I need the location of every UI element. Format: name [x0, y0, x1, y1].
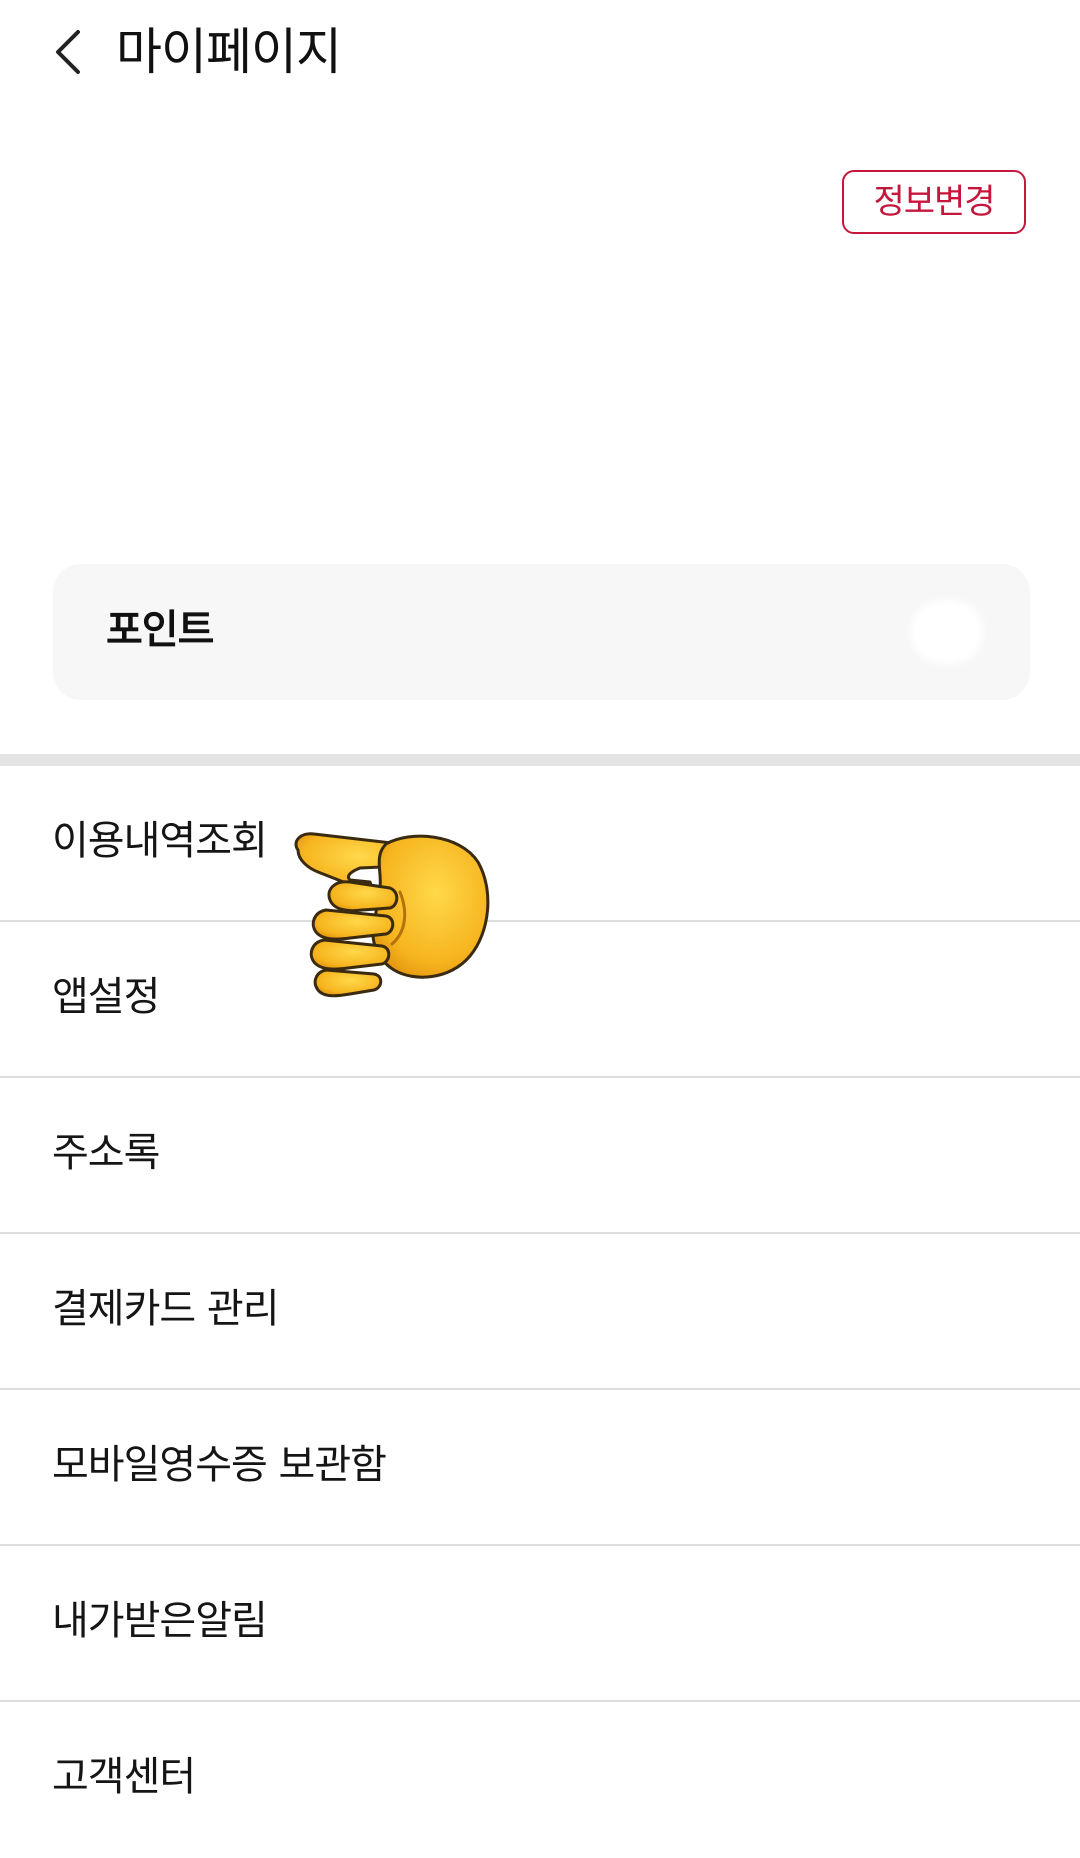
menu-item-label: 내가받은알림 — [52, 1598, 268, 1644]
menu-item-customer-center[interactable]: 고객센터 — [0, 1702, 1080, 1858]
section-divider — [0, 754, 1080, 766]
chevron-left-icon — [56, 30, 80, 74]
top-app-bar: 마이페이지 — [0, 0, 1080, 110]
page-title: 마이페이지 — [116, 23, 342, 81]
menu-list: 이용내역조회 앱설정 주소록 결제카드 관리 모바일영수증 보관함 내가받은알림… — [0, 766, 1080, 1858]
menu-item-label: 고객센터 — [52, 1754, 196, 1800]
menu-item-label: 주소록 — [52, 1130, 160, 1176]
menu-item-mobile-receipts[interactable]: 모바일영수증 보관함 — [0, 1390, 1080, 1546]
edit-profile-button[interactable]: 정보변경 — [842, 170, 1026, 234]
points-card[interactable]: 포인트 — [53, 564, 1030, 700]
menu-item-usage-history[interactable]: 이용내역조회 — [0, 766, 1080, 922]
menu-item-address-book[interactable]: 주소록 — [0, 1078, 1080, 1234]
menu-item-app-settings[interactable]: 앱설정 — [0, 922, 1080, 1078]
menu-item-label: 결제카드 관리 — [52, 1286, 280, 1332]
back-button[interactable] — [44, 24, 92, 80]
points-label: 포인트 — [106, 607, 214, 653]
menu-item-label: 이용내역조회 — [52, 818, 268, 864]
pointing-hand-icon — [294, 832, 490, 998]
menu-item-notifications[interactable]: 내가받은알림 — [0, 1546, 1080, 1702]
menu-item-payment-cards[interactable]: 결제카드 관리 — [0, 1234, 1080, 1390]
menu-item-label: 앱설정 — [52, 974, 160, 1020]
points-value-masked — [911, 600, 983, 664]
menu-item-label: 모바일영수증 보관함 — [52, 1442, 387, 1488]
